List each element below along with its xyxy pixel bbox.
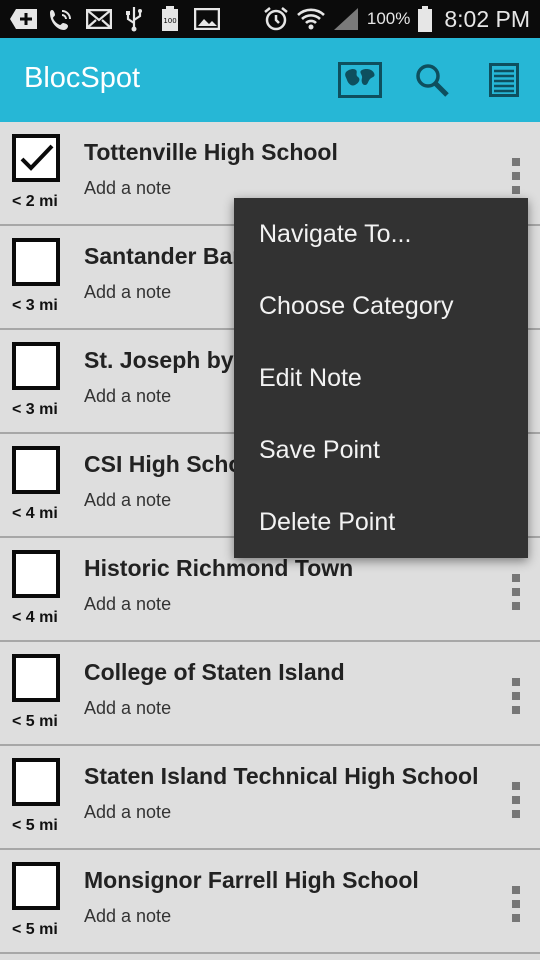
point-title: Santander Bank bbox=[84, 243, 260, 269]
search-button[interactable] bbox=[408, 56, 456, 104]
distance-label: < 3 mi bbox=[12, 401, 58, 418]
distance-label: < 3 mi bbox=[12, 297, 58, 314]
app-bar: BlocSpot bbox=[0, 38, 540, 122]
distance-label: < 5 mi bbox=[12, 817, 58, 834]
distance-label: < 5 mi bbox=[12, 921, 58, 938]
add-note-link[interactable]: Add a note bbox=[84, 802, 171, 823]
mail-icon bbox=[86, 6, 112, 32]
overflow-menu-button[interactable] bbox=[506, 158, 526, 194]
wifi-icon bbox=[296, 7, 325, 31]
visited-checkbox[interactable] bbox=[12, 446, 60, 494]
battery-percent: 100% bbox=[366, 9, 411, 28]
menu-item-edit-note[interactable]: Edit Note bbox=[234, 342, 528, 414]
distance-label: < 5 mi bbox=[12, 713, 58, 730]
add-note-link[interactable]: Add a note bbox=[84, 386, 171, 407]
map-button[interactable] bbox=[336, 56, 384, 104]
point-title: Monsignor Farrell High School bbox=[84, 867, 419, 893]
more-vert-icon bbox=[512, 678, 520, 686]
point-title: Historic Richmond Town bbox=[84, 555, 354, 581]
app-title: BlocSpot bbox=[24, 62, 141, 94]
overflow-menu-button[interactable] bbox=[506, 678, 526, 714]
clock: 8:02 PM bbox=[444, 5, 530, 32]
search-icon bbox=[414, 62, 450, 98]
add-note-link[interactable]: Add a note bbox=[84, 490, 171, 511]
menu-item-delete-point[interactable]: Delete Point bbox=[234, 486, 528, 558]
overflow-menu-button[interactable] bbox=[506, 574, 526, 610]
more-vert-icon bbox=[512, 886, 520, 894]
overflow-menu-button[interactable] bbox=[506, 886, 526, 922]
signal-icon bbox=[333, 7, 359, 31]
list-item[interactable]: < 5 mi Staten Island Technical High Scho… bbox=[0, 746, 540, 850]
status-bar: 100 100% 8:02 PM bbox=[0, 0, 540, 38]
list-button[interactable] bbox=[480, 56, 528, 104]
visited-checkbox[interactable] bbox=[12, 134, 60, 182]
point-title: Tottenville High School bbox=[84, 139, 338, 165]
add-box-icon bbox=[10, 6, 38, 32]
battery-icon bbox=[418, 6, 433, 32]
visited-checkbox[interactable] bbox=[12, 342, 60, 390]
svg-text:100: 100 bbox=[163, 17, 176, 25]
usb-icon bbox=[124, 6, 144, 32]
more-vert-icon bbox=[512, 782, 520, 790]
visited-checkbox[interactable] bbox=[12, 654, 60, 702]
add-note-link[interactable]: Add a note bbox=[84, 178, 171, 199]
overflow-menu-button[interactable] bbox=[506, 782, 526, 818]
point-options-menu: Navigate To... Choose Category Edit Note… bbox=[234, 198, 528, 558]
map-icon bbox=[338, 62, 382, 98]
more-vert-icon bbox=[512, 574, 520, 582]
list-item[interactable]: < 5 mi College of Staten Island Add a no… bbox=[0, 642, 540, 746]
more-vert-icon bbox=[512, 158, 520, 166]
visited-checkbox[interactable] bbox=[12, 758, 60, 806]
alarm-icon bbox=[263, 6, 289, 32]
add-note-link[interactable]: Add a note bbox=[84, 698, 171, 719]
visited-checkbox[interactable] bbox=[12, 550, 60, 598]
add-note-link[interactable]: Add a note bbox=[84, 906, 171, 927]
add-note-link[interactable]: Add a note bbox=[84, 594, 171, 615]
add-note-link[interactable]: Add a note bbox=[84, 282, 171, 303]
checkmark-icon bbox=[20, 144, 54, 171]
menu-item-save-point[interactable]: Save Point bbox=[234, 414, 528, 486]
distance-label: < 4 mi bbox=[12, 505, 58, 522]
distance-label: < 2 mi bbox=[12, 193, 58, 210]
menu-item-choose-category[interactable]: Choose Category bbox=[234, 270, 528, 342]
battery-full-icon: 100 bbox=[161, 6, 179, 32]
list-item[interactable]: < 5 mi Monsignor Farrell High School Add… bbox=[0, 850, 540, 954]
image-icon bbox=[194, 6, 220, 32]
visited-checkbox[interactable] bbox=[12, 238, 60, 286]
wifi-call-icon bbox=[48, 6, 74, 32]
menu-item-navigate-to[interactable]: Navigate To... bbox=[234, 198, 528, 270]
distance-label: < 4 mi bbox=[12, 609, 58, 626]
list-icon bbox=[489, 63, 519, 97]
visited-checkbox[interactable] bbox=[12, 862, 60, 910]
point-title: Staten Island Technical High School bbox=[84, 763, 479, 789]
point-title: College of Staten Island bbox=[84, 659, 345, 685]
